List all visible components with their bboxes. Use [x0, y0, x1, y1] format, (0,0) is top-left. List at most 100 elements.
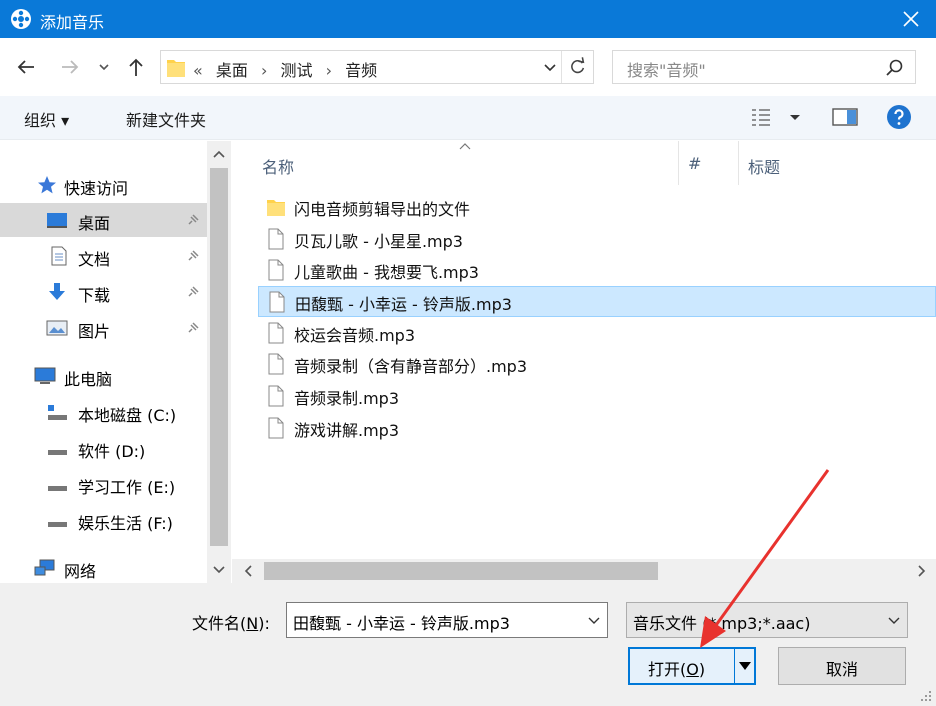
list-item[interactable]: 儿童歌曲 - 我想要飞.mp3 — [258, 255, 936, 286]
sidebar-item-label: 网络 — [64, 562, 97, 581]
breadcrumb-audio[interactable]: 音频 — [345, 61, 377, 80]
column-header-row: 名称 # 标题 — [232, 141, 936, 185]
file-name: 游戏讲解.mp3 — [294, 421, 400, 440]
list-item-selected[interactable]: 田馥甄 - 小幸运 - 铃声版.mp3 — [258, 286, 936, 317]
file-icon — [268, 228, 284, 250]
breadcrumb-separator[interactable]: › — [261, 61, 267, 80]
folder-icon — [267, 200, 285, 216]
pictures-icon — [46, 320, 68, 336]
scroll-right-icon[interactable] — [914, 564, 928, 578]
new-folder-button[interactable]: 新建文件夹 — [126, 107, 206, 131]
filetype-select[interactable]: 音乐文件 (*.mp3;*.aac) — [626, 602, 908, 638]
drive-icon — [48, 486, 67, 491]
list-item[interactable]: 贝瓦儿歌 - 小星星.mp3 — [258, 224, 936, 255]
file-name: 儿童歌曲 - 我想要飞.mp3 — [294, 263, 479, 282]
list-item[interactable]: 游戏讲解.mp3 — [258, 413, 936, 444]
organize-button[interactable]: 组织 ▾ — [24, 107, 69, 131]
pin-icon[interactable] — [186, 321, 200, 335]
column-header-number[interactable]: # — [688, 154, 701, 173]
column-header-title[interactable]: 标题 — [748, 154, 780, 178]
help-icon[interactable] — [886, 104, 912, 130]
search-icon[interactable] — [885, 58, 905, 78]
scrollbar-thumb[interactable] — [210, 168, 228, 546]
search-input[interactable]: 搜索"音频" — [627, 57, 706, 81]
chevron-down-icon[interactable] — [96, 55, 112, 79]
scroll-left-icon[interactable] — [242, 564, 256, 578]
sidebar-item-label: 娱乐生活 (F:) — [78, 514, 173, 533]
sidebar-item-label: 此电脑 — [64, 370, 113, 389]
cancel-button[interactable]: 取消 — [778, 647, 906, 685]
sidebar-item-label: 下载 — [78, 286, 111, 305]
document-icon — [51, 246, 67, 266]
refresh-icon[interactable] — [561, 51, 594, 83]
filename-field[interactable]: 田馥甄 - 小幸运 - 铃声版.mp3 — [286, 602, 608, 638]
sidebar-item-drive-f[interactable]: 娱乐生活 (F:) — [0, 503, 207, 537]
sidebar-item-quick-access[interactable]: 快速访问 — [0, 168, 207, 202]
file-icon — [268, 417, 284, 439]
breadcrumb-separator[interactable]: › — [326, 61, 332, 80]
open-button[interactable]: 打开(O) — [628, 647, 756, 685]
filename-value[interactable]: 田馥甄 - 小幸运 - 铃声版.mp3 — [293, 610, 510, 634]
pin-icon[interactable] — [186, 213, 200, 227]
column-divider[interactable] — [738, 141, 739, 185]
title-bar: 添加音乐 — [0, 0, 936, 38]
scrollbar-thumb[interactable] — [264, 562, 658, 580]
column-header-name[interactable]: 名称 — [262, 154, 294, 178]
sidebar-item-label: 软件 (D:) — [78, 442, 146, 461]
sidebar-item-drive-d[interactable]: 软件 (D:) — [0, 431, 207, 465]
drive-icon — [48, 522, 67, 527]
cancel-button-label: 取消 — [825, 660, 858, 679]
arrow-right-icon[interactable] — [58, 55, 82, 79]
view-options-icon[interactable] — [750, 106, 800, 128]
network-icon — [34, 559, 55, 576]
chevron-down-icon[interactable] — [587, 614, 601, 628]
sidebar-item-drive-c[interactable]: 本地磁盘 (C:) — [0, 395, 207, 429]
sidebar-scrollbar[interactable] — [207, 141, 231, 583]
breadcrumb-overflow[interactable]: « — [193, 61, 203, 80]
breadcrumb: « 桌面 › 测试 › 音频 — [193, 57, 385, 81]
chevron-down-icon[interactable] — [543, 61, 557, 75]
sidebar-item-downloads[interactable]: 下载 — [0, 275, 207, 309]
sidebar-item-network[interactable]: 网络 — [0, 551, 207, 585]
sidebar-item-documents[interactable]: 文档 — [0, 239, 207, 273]
scroll-down-icon[interactable] — [212, 563, 226, 577]
scroll-up-icon[interactable] — [212, 147, 226, 161]
list-item[interactable]: 音频录制（含有静音部分）.mp3 — [258, 349, 936, 380]
list-item[interactable]: 音频录制.mp3 — [258, 381, 936, 412]
drive-icon — [48, 450, 67, 455]
file-icon — [268, 385, 284, 407]
arrow-up-icon[interactable] — [124, 55, 148, 79]
resize-grip-icon[interactable] — [920, 690, 932, 702]
breadcrumb-test[interactable]: 测试 — [281, 61, 313, 80]
sidebar-item-label: 文档 — [78, 250, 111, 269]
column-divider[interactable] — [678, 141, 679, 185]
search-box[interactable]: 搜索"音频" — [612, 50, 916, 84]
folder-icon — [167, 60, 185, 77]
breadcrumb-desktop[interactable]: 桌面 — [216, 61, 248, 80]
sidebar-item-this-pc[interactable]: 此电脑 — [0, 359, 207, 393]
list-item[interactable]: 校运会音频.mp3 — [258, 318, 936, 349]
preview-pane-icon[interactable] — [832, 106, 858, 128]
chevron-down-icon[interactable] — [887, 614, 901, 628]
address-bar[interactable]: « 桌面 › 测试 › 音频 — [160, 50, 594, 84]
dropdown-arrow-icon[interactable] — [738, 660, 752, 672]
sidebar-item-label: 快速访问 — [64, 179, 129, 198]
file-name: 贝瓦儿歌 - 小星星.mp3 — [294, 232, 463, 251]
file-name: 音频录制（含有静音部分）.mp3 — [294, 357, 528, 376]
sidebar-item-pictures[interactable]: 图片 — [0, 311, 207, 345]
sidebar-item-label: 本地磁盘 (C:) — [78, 406, 177, 425]
window-title: 添加音乐 — [40, 13, 105, 32]
pin-icon[interactable] — [186, 285, 200, 299]
arrow-left-icon[interactable] — [14, 55, 38, 79]
download-icon — [49, 283, 65, 300]
list-item[interactable]: 闪电音频剪辑导出的文件 — [258, 192, 936, 223]
file-list-scrollbar[interactable] — [232, 559, 936, 583]
filename-label: 文件名(N): — [192, 614, 270, 633]
file-name: 校运会音频.mp3 — [294, 326, 416, 345]
sidebar-item-desktop[interactable]: 桌面 — [0, 203, 207, 237]
sidebar-item-drive-e[interactable]: 学习工作 (E:) — [0, 467, 207, 501]
filetype-value: 音乐文件 (*.mp3;*.aac) — [633, 614, 811, 633]
pin-icon[interactable] — [186, 249, 200, 263]
sidebar-item-label: 学习工作 (E:) — [78, 478, 176, 497]
close-icon[interactable] — [886, 0, 936, 38]
